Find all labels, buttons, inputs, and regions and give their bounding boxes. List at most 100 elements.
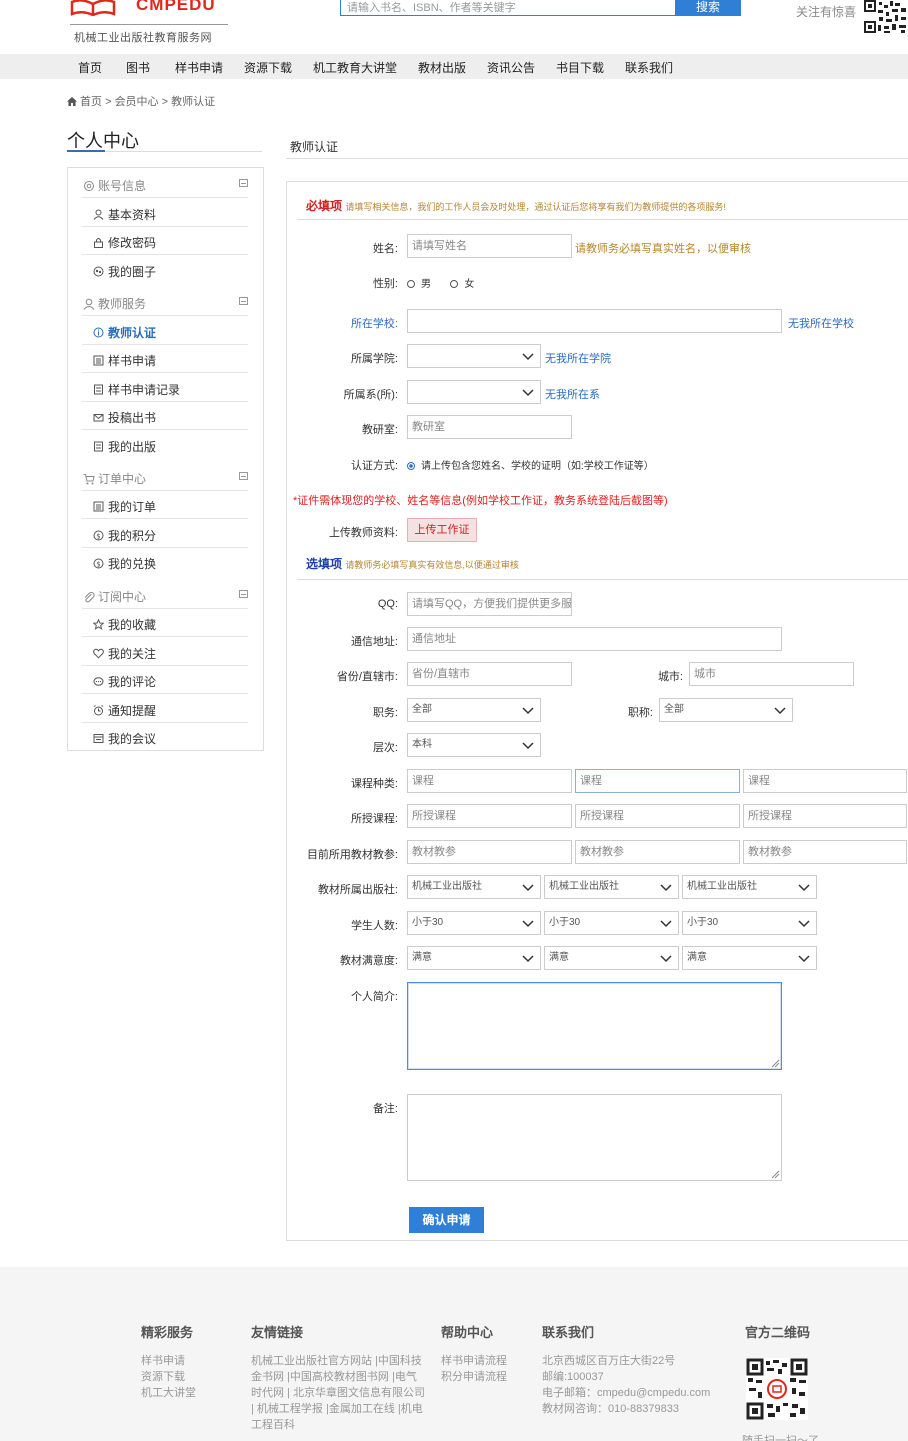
- sidebar-item-circle[interactable]: 我的圈子: [93, 263, 156, 280]
- sidebar-item-favorites[interactable]: 我的收藏: [93, 616, 156, 633]
- satisfaction-select-value: 满意: [687, 952, 707, 963]
- nav-lecture-hall[interactable]: 机工教育大讲堂: [313, 59, 397, 76]
- breadcrumb-member[interactable]: 会员中心: [115, 96, 159, 108]
- sidebar-item-meetings[interactable]: 我的会议: [93, 730, 156, 747]
- sidebar-group-teacher[interactable]: 教师服务: [83, 295, 146, 312]
- nav-sample-request[interactable]: 样书申请: [175, 59, 223, 76]
- search-button[interactable]: 搜索: [675, 0, 741, 16]
- sidebar-item-submit-manuscript[interactable]: 投稿出书: [93, 409, 156, 426]
- no-school-link[interactable]: 无我所在学校: [788, 315, 854, 331]
- nav-books[interactable]: 图书: [126, 59, 150, 76]
- no-college-link[interactable]: 无我所在学院: [545, 350, 611, 366]
- students-select-2[interactable]: 小于30: [544, 911, 679, 935]
- textbook-input-3[interactable]: 教材教参: [743, 840, 907, 864]
- sidebar-item-my-publish[interactable]: 我的出版: [93, 438, 156, 455]
- sidebar-item-my-points[interactable]: $ 我的积分: [93, 527, 156, 544]
- footer-link[interactable]: 时代网 | 北京华章图文信息有限公司: [251, 1385, 426, 1401]
- breadcrumb-home[interactable]: 首页: [80, 96, 102, 108]
- sidebar-group-orders[interactable]: 订单中心: [83, 470, 146, 487]
- nav-catalog-download[interactable]: 书目下载: [556, 59, 604, 76]
- publisher-select-3[interactable]: 机械工业出版社: [682, 875, 817, 899]
- course-taught-input-1[interactable]: 所授课程: [407, 804, 572, 828]
- publisher-select-1[interactable]: 机械工业出版社: [407, 875, 541, 899]
- nav-contact[interactable]: 联系我们: [625, 59, 673, 76]
- students-select-3[interactable]: 小于30: [682, 911, 817, 935]
- intro-textarea[interactable]: [407, 982, 782, 1070]
- collapse-icon[interactable]: [239, 472, 248, 480]
- satisfaction-select-2[interactable]: 满意: [544, 946, 679, 970]
- college-select[interactable]: [407, 344, 541, 368]
- logo-text[interactable]: CMPEDU: [136, 0, 216, 15]
- collapse-icon[interactable]: [239, 590, 248, 598]
- sidebar-item-following[interactable]: 我的关注: [93, 645, 156, 662]
- course-type-input-1[interactable]: 课程: [407, 769, 572, 793]
- upload-work-card-button[interactable]: 上传工作证: [407, 518, 477, 542]
- footer-link[interactable]: 样书申请流程: [441, 1353, 507, 1369]
- sidebar-group-subscriptions[interactable]: 订阅中心: [83, 588, 146, 605]
- publisher-select-2[interactable]: 机械工业出版社: [544, 875, 679, 899]
- footer-email[interactable]: 电子邮箱：cmpedu@cmpedu.com: [542, 1385, 710, 1401]
- satisfaction-select-1[interactable]: 满意: [407, 946, 541, 970]
- sidebar-item-notifications[interactable]: 通知提醒: [93, 702, 156, 719]
- sidebar-item-sample-request[interactable]: 样书申请: [93, 352, 156, 369]
- title-rank-select[interactable]: 全部: [659, 698, 793, 722]
- sidebar-item-comments[interactable]: 我的评论: [93, 673, 156, 690]
- office-input[interactable]: 教研室: [407, 415, 572, 439]
- name-input[interactable]: 请填写姓名: [407, 234, 572, 258]
- province-input[interactable]: 省份/直辖市: [407, 662, 572, 686]
- sidebar-item-label: 我的会议: [108, 732, 157, 746]
- students-select-value: 小于30: [687, 917, 719, 928]
- satisfaction-select-3[interactable]: 满意: [682, 946, 817, 970]
- gender-male-label: 男: [421, 279, 431, 290]
- department-select[interactable]: [407, 380, 541, 404]
- qq-input[interactable]: 请填写QQ，方便我们提供更多服务: [407, 592, 572, 616]
- course-taught-input-2[interactable]: 所授课程: [575, 804, 740, 828]
- footer-link[interactable]: 资源下载: [141, 1369, 196, 1385]
- sidebar-item-teacher-auth[interactable]: 教师认证: [93, 324, 156, 341]
- submit-application-button[interactable]: 确认申请: [409, 1207, 484, 1233]
- resize-grip-icon[interactable]: [770, 1058, 780, 1068]
- course-type-input-2[interactable]: 课程: [575, 769, 740, 793]
- city-input[interactable]: 城市: [689, 662, 854, 686]
- footer-link[interactable]: | 机械工程学报 |金属加工在线 |机电: [251, 1401, 426, 1417]
- sidebar-item-sample-history[interactable]: 样书申请记录: [93, 381, 180, 398]
- nav-home[interactable]: 首页: [78, 59, 102, 76]
- sidebar-item-profile[interactable]: 基本资料: [93, 206, 156, 223]
- nav-textbook-publish[interactable]: 教材出版: [418, 59, 466, 76]
- no-department-link[interactable]: 无我所在系: [545, 386, 600, 402]
- gender-female-radio[interactable]: [450, 280, 459, 288]
- title-rank-select-value: 全部: [664, 704, 684, 715]
- resize-grip-icon[interactable]: [770, 1169, 780, 1179]
- search-input[interactable]: 请输入书名、ISBN、作者等关键字: [340, 0, 676, 16]
- sidebar-item-my-exchange[interactable]: $ 我的兑换: [93, 555, 156, 572]
- cart-icon: [83, 474, 95, 485]
- school-input[interactable]: [407, 309, 782, 333]
- footer-link[interactable]: 机械工业出版社官方网站 |中国科技: [251, 1353, 426, 1369]
- textbook-input-1[interactable]: 教材教参: [407, 840, 572, 864]
- collapse-icon[interactable]: [239, 297, 248, 305]
- nav-news[interactable]: 资讯公告: [487, 59, 535, 76]
- clock-icon: [93, 705, 104, 716]
- course-type-input-3[interactable]: 课程: [743, 769, 907, 793]
- footer-link[interactable]: 样书申请: [141, 1353, 196, 1369]
- sidebar-group-account[interactable]: 账号信息: [83, 177, 146, 194]
- level-select[interactable]: 本科: [407, 733, 541, 757]
- course-taught-input-3[interactable]: 所授课程: [743, 804, 907, 828]
- footer-link[interactable]: 工程百科: [251, 1417, 426, 1433]
- title-divider: [286, 158, 908, 159]
- gender-male-radio[interactable]: [407, 280, 415, 288]
- course-taught-label: 所授课程:: [350, 813, 398, 825]
- duty-select[interactable]: 全部: [407, 698, 541, 722]
- footer-link[interactable]: 积分申请流程: [441, 1369, 507, 1385]
- sidebar-item-password[interactable]: 修改密码: [93, 234, 156, 251]
- address-input[interactable]: 通信地址: [407, 627, 782, 651]
- sidebar-item-my-orders[interactable]: 我的订单: [93, 498, 156, 515]
- remark-textarea[interactable]: [407, 1094, 782, 1181]
- footer-link[interactable]: 机工大讲堂: [141, 1385, 196, 1401]
- auth-method-radio[interactable]: [407, 462, 415, 470]
- students-select-1[interactable]: 小于30: [407, 911, 541, 935]
- collapse-icon[interactable]: [239, 179, 248, 187]
- footer-link[interactable]: 金书网 |中国高校教材图书网 |电气: [251, 1369, 426, 1385]
- textbook-input-2[interactable]: 教材教参: [575, 840, 740, 864]
- nav-resource-download[interactable]: 资源下载: [244, 59, 292, 76]
